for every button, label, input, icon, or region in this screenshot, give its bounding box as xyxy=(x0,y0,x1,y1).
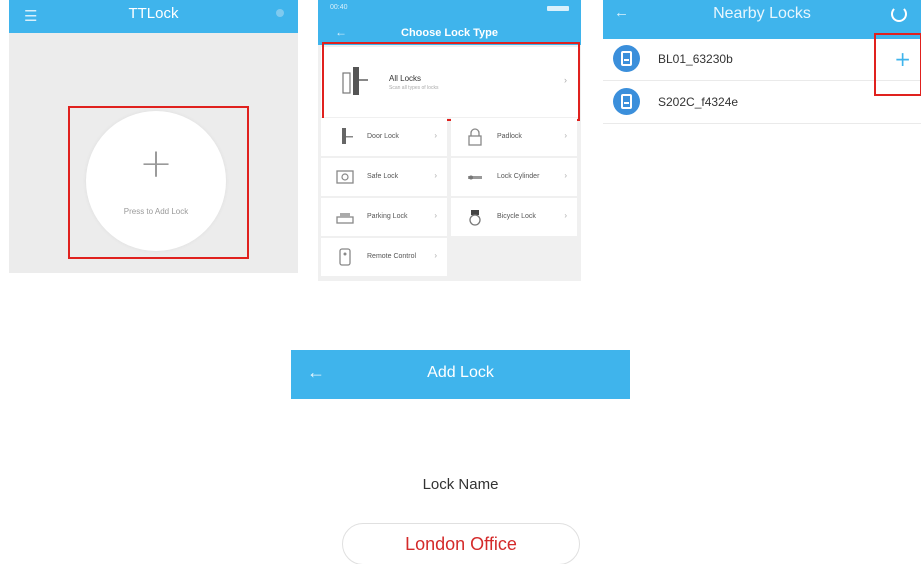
padlock-icon xyxy=(468,128,482,146)
lock-type-bicycle-lock[interactable]: Bicycle Lock › xyxy=(451,198,577,236)
ttlock-home-screen: ☰ TTLock + Press to Add Lock xyxy=(9,0,298,273)
chevron-right-icon: › xyxy=(434,171,437,180)
nearby-locks-screen: ← Nearby Locks BL01_63230b + S202C_f4324… xyxy=(603,0,921,128)
lock-name-label: Lock Name xyxy=(422,476,499,493)
status-icons xyxy=(547,6,569,11)
chevron-right-icon: › xyxy=(434,131,437,140)
lock-type-header: 00:40 ← Choose Lock Type xyxy=(318,0,581,45)
header-action-icon[interactable] xyxy=(276,9,284,17)
highlight-box xyxy=(68,106,249,259)
lock-type-safe-lock[interactable]: Safe Lock › xyxy=(321,158,447,196)
lock-type-label: Bicycle Lock xyxy=(497,213,536,220)
bicycle-lock-icon xyxy=(469,210,481,226)
chevron-right-icon: › xyxy=(564,171,567,180)
app-header: ☰ TTLock xyxy=(9,0,298,33)
smart-lock-icon xyxy=(613,45,640,72)
safe-lock-icon xyxy=(336,170,354,184)
lock-type-padlock[interactable]: Padlock › xyxy=(451,118,577,156)
lock-type-label: Safe Lock xyxy=(367,173,399,180)
chevron-right-icon: › xyxy=(564,131,567,140)
lock-type-parking-lock[interactable]: Parking Lock › xyxy=(321,198,447,236)
lock-type-label: Parking Lock xyxy=(367,213,408,220)
chevron-right-icon: › xyxy=(434,251,437,260)
lock-type-label: Lock Cylinder xyxy=(497,173,540,180)
lock-type-remote-control[interactable]: Remote Control › xyxy=(321,238,447,276)
chevron-right-icon: › xyxy=(434,211,437,220)
add-lock-header: ← Add Lock xyxy=(291,350,630,399)
door-lock-icon xyxy=(342,128,353,144)
screen-title: Nearby Locks xyxy=(713,5,811,22)
remote-control-icon xyxy=(339,248,351,266)
add-lock-screen: ← Add Lock Lock Name London Office xyxy=(291,350,630,564)
lock-name: S202C_f4324e xyxy=(658,95,739,109)
lock-type-label: Remote Control xyxy=(367,253,417,260)
app-title: TTLock xyxy=(128,5,179,22)
screen-title: Add Lock xyxy=(427,364,494,381)
lock-name: BL01_63230b xyxy=(658,52,733,66)
choose-lock-type-screen: 00:40 ← Choose Lock Type All Locks Scan … xyxy=(318,0,581,281)
smart-lock-icon xyxy=(613,88,640,115)
parking-lock-icon xyxy=(336,213,354,224)
refresh-icon[interactable] xyxy=(891,6,907,22)
status-time: 00:40 xyxy=(330,4,348,11)
lock-type-label: Padlock xyxy=(497,133,522,140)
highlight-box xyxy=(322,42,580,121)
lock-type-lock-cylinder[interactable]: Lock Cylinder › xyxy=(451,158,577,196)
chevron-right-icon: › xyxy=(564,211,567,220)
lock-type-label: Door Lock xyxy=(367,133,399,140)
lock-name-input[interactable]: London Office xyxy=(342,523,580,564)
highlight-box xyxy=(874,33,921,96)
lock-type-door-lock[interactable]: Door Lock › xyxy=(321,118,447,156)
screen-title: Choose Lock Type xyxy=(401,27,498,39)
lock-cylinder-icon xyxy=(468,175,482,180)
